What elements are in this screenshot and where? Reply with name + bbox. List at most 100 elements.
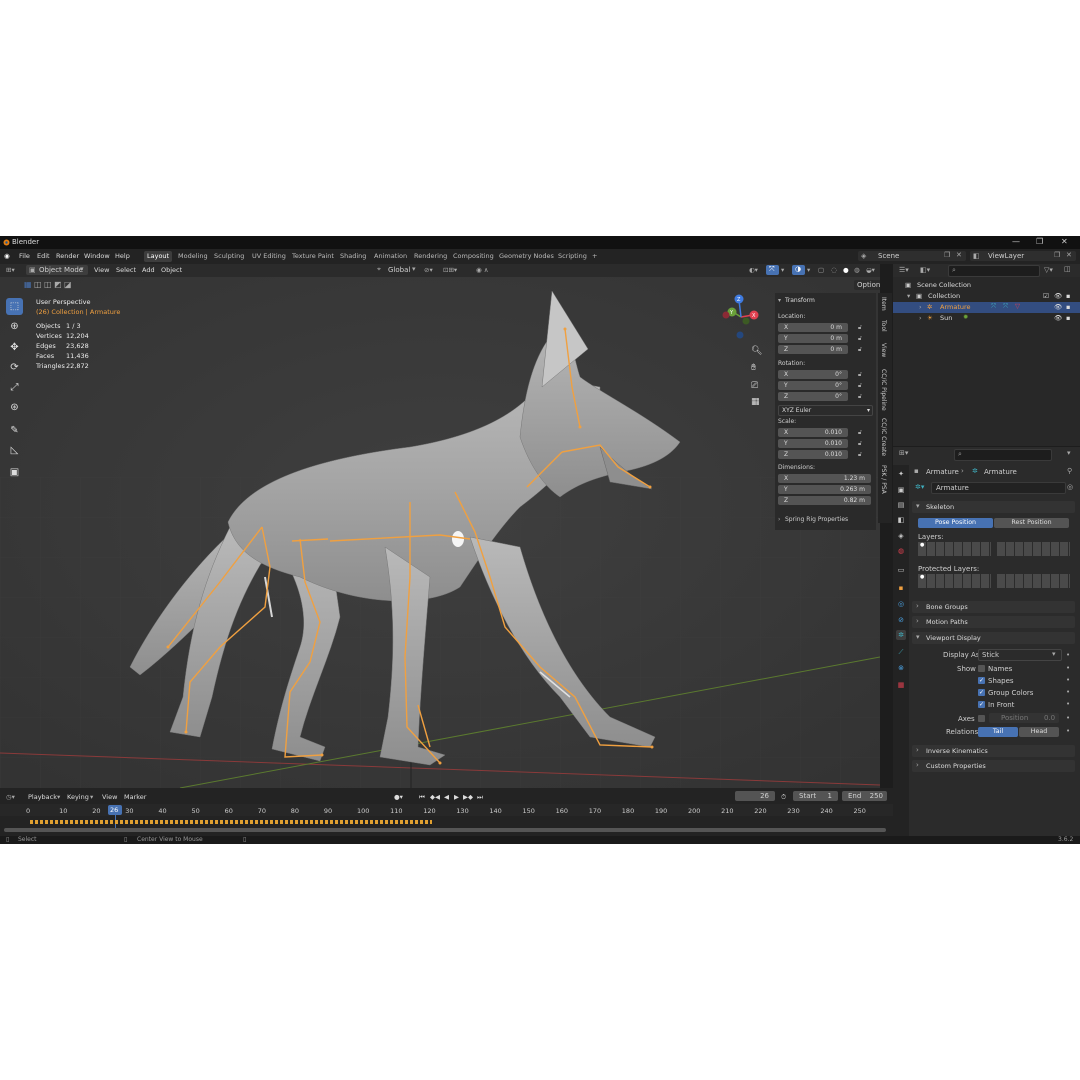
rendered-shading-icon[interactable]: ◒▾ <box>866 266 875 274</box>
overlay-toggle[interactable]: ◑ <box>792 265 805 275</box>
select-extend-icon[interactable]: ◫ <box>34 280 42 289</box>
scale-z-field[interactable]: Z 0.010 <box>778 450 848 459</box>
axes-position-field[interactable]: Position 0.0 <box>989 713 1059 723</box>
current-frame-field[interactable]: 26 <box>735 791 775 801</box>
collapse-arrow-icon[interactable]: ▾ <box>778 297 781 304</box>
display-mode-icon[interactable]: ◧▾ <box>920 266 930 274</box>
lock-icon[interactable]: 🔓︎ <box>858 346 862 354</box>
camera-icon[interactable]: ▪ <box>1066 303 1070 311</box>
protected-layers-grid-a[interactable]: ● <box>918 574 991 588</box>
properties-editor-icon[interactable]: ⊞▾ <box>899 449 908 457</box>
scene-copy-icon[interactable]: ❐ <box>944 251 950 259</box>
tab-animation[interactable]: Animation <box>371 251 410 262</box>
wireframe-shading-icon[interactable]: ◌ <box>831 266 837 274</box>
gizmo-toggle[interactable]: ⤧ <box>766 265 779 275</box>
menu-help[interactable]: Help <box>115 252 130 260</box>
tab-tool[interactable]: Tool <box>880 320 887 332</box>
outliner-row-armature[interactable]: › ✲ Armature ⤧ ⤧ ▽ 👁︎ ▪ <box>893 302 1080 313</box>
perspective-toggle-icon[interactable]: ▦ <box>751 397 760 407</box>
tab-item[interactable]: Item <box>880 297 887 311</box>
outliner-editor-icon[interactable]: ☰▾ <box>899 266 909 274</box>
viewport-display-panel-header[interactable]: ▾ Viewport Display <box>912 632 1075 644</box>
annotate-tool-icon[interactable]: ✎ <box>6 422 23 439</box>
lock-icon[interactable]: 🔓︎ <box>858 440 862 448</box>
pose-position-button[interactable]: Pose Position <box>918 518 993 528</box>
tab-rendering[interactable]: Rendering <box>411 251 450 262</box>
rotation-mode-dropdown[interactable]: XYZ Euler ▾ <box>778 405 873 416</box>
eye-icon[interactable]: 👁︎ <box>1054 314 1062 322</box>
outliner-row-collection[interactable]: ▾ ▣ Collection ☑ 👁︎ ▪ <box>893 291 1080 302</box>
tab-modeling[interactable]: Modeling <box>175 251 211 262</box>
zoom-icon[interactable]: 🔍︎ <box>751 346 762 356</box>
record-icon[interactable]: ●▾ <box>394 793 403 801</box>
bone-constraint-tab-icon[interactable]: ⊗ <box>896 663 906 673</box>
keyframe-dot-icon[interactable]: • <box>1066 676 1070 684</box>
dimension-x-field[interactable]: X 1.23 m <box>778 474 871 483</box>
in-front-checkbox[interactable]: ✓ <box>978 701 985 708</box>
minimize-button[interactable]: — <box>1012 237 1020 246</box>
physics-tab-icon[interactable]: ◎ <box>896 599 906 609</box>
keyframe-dot-icon[interactable]: • <box>1066 727 1070 735</box>
lock-icon[interactable]: 🔓︎ <box>858 324 862 332</box>
timeline-menu-view[interactable]: View <box>102 793 117 801</box>
mode-selector[interactable]: ▣ Object Mode ▾ <box>26 265 88 275</box>
menu-window[interactable]: Window <box>84 252 110 260</box>
view-layer-selector[interactable]: ◧ ViewLayer ❐ ✕ <box>970 251 1076 261</box>
pivot-icon[interactable]: ⊘▾ <box>424 266 433 274</box>
blender-menu-icon[interactable]: ◉ <box>4 252 10 260</box>
tab-view[interactable]: View <box>880 343 887 357</box>
lock-icon[interactable]: 🔓︎ <box>858 393 862 401</box>
menu-render[interactable]: Render <box>56 252 79 260</box>
keyframe-dot-icon[interactable]: • <box>1066 700 1070 708</box>
jump-end-icon[interactable]: ⏭ <box>477 793 483 802</box>
dimension-z-field[interactable]: Z 0.82 m <box>778 496 871 505</box>
rotation-z-field[interactable]: Z 0° <box>778 392 848 401</box>
pan-hand-icon[interactable]: ✋︎ <box>751 363 756 373</box>
editor-type-icon[interactable]: ⊞▾ <box>6 266 15 274</box>
keyframe-track[interactable] <box>30 820 432 824</box>
tab-cc-ic-create[interactable]: CC/iC Create <box>880 418 887 456</box>
xray-icon[interactable]: ▢ <box>818 266 824 274</box>
display-as-dropdown[interactable]: Stick ▾ <box>978 649 1062 661</box>
scene-selector[interactable]: ◈ Scene ❐ ✕ <box>858 251 966 261</box>
motion-paths-panel-header[interactable]: › Motion Paths <box>912 616 1075 628</box>
3d-viewport[interactable]: ⬚ ⊕ ✥ ⟳ ⤢ ⊛ ✎ ◺ ▣ ▦ ◫ ◫ ◩ ◪ User Perspec… <box>0 277 880 788</box>
object-tab-icon[interactable]: ▪ <box>896 583 906 593</box>
menu-file[interactable]: File <box>19 252 30 260</box>
dimension-y-field[interactable]: Y 0.263 m <box>778 485 871 494</box>
new-collection-icon[interactable]: ◫ <box>1064 265 1071 273</box>
timeline-editor-icon[interactable]: ◷▾ <box>6 793 15 801</box>
tab-sculpting[interactable]: Sculpting <box>211 251 247 262</box>
end-frame-field[interactable]: End 250 <box>842 791 887 801</box>
close-button[interactable]: ✕ <box>1061 237 1068 246</box>
proportional-edit-icon[interactable]: ◉ ∧ <box>476 266 489 274</box>
outliner-row-scene-collection[interactable]: ▣ Scene Collection <box>893 280 1080 291</box>
keyframe-dot-icon[interactable]: • <box>1066 664 1070 672</box>
jump-start-icon[interactable]: ⏮ <box>419 793 425 802</box>
camera-view-icon[interactable]: ⎚ <box>751 381 758 391</box>
timeline-menu-playback[interactable]: Playback <box>28 793 57 801</box>
playhead[interactable]: 26 <box>108 805 122 815</box>
tool-tab-icon[interactable]: ✦ <box>896 469 906 479</box>
timeline-menu-marker[interactable]: Marker <box>124 793 146 801</box>
tab-uv-editing[interactable]: UV Editing <box>249 251 289 262</box>
navigation-gizmo[interactable]: Z X Y <box>716 292 766 342</box>
relations-head-button[interactable]: Head <box>1019 727 1059 737</box>
maximize-button[interactable]: ❐ <box>1036 237 1043 246</box>
location-x-field[interactable]: X0 m <box>778 323 848 332</box>
properties-search-input[interactable]: ⌕ <box>954 449 1052 461</box>
move-tool-icon[interactable]: ✥ <box>6 339 23 356</box>
pin-icon[interactable]: ⚲ <box>1067 467 1072 475</box>
bone-tab-icon[interactable]: ⟋ <box>896 647 906 657</box>
timeline-menu-keying[interactable]: Keying <box>67 793 89 801</box>
protected-layers-grid-b[interactable] <box>997 574 1070 588</box>
next-keyframe-icon[interactable]: ▶◆ <box>463 793 473 801</box>
relations-tail-button[interactable]: Tail <box>978 727 1018 737</box>
checkbox-icon[interactable]: ☑ <box>1043 292 1049 300</box>
keyframe-dot-icon[interactable]: • <box>1066 714 1070 722</box>
armature-data-tab-icon[interactable]: ✲ <box>896 630 906 640</box>
fake-user-icon[interactable]: ◎ <box>1067 483 1073 491</box>
tab-cc-ic-pipeline[interactable]: CC/iC Pipeline <box>880 369 887 411</box>
collection-tab-icon[interactable]: ▭ <box>896 565 906 575</box>
select-subtract-icon[interactable]: ◫ <box>44 280 52 289</box>
